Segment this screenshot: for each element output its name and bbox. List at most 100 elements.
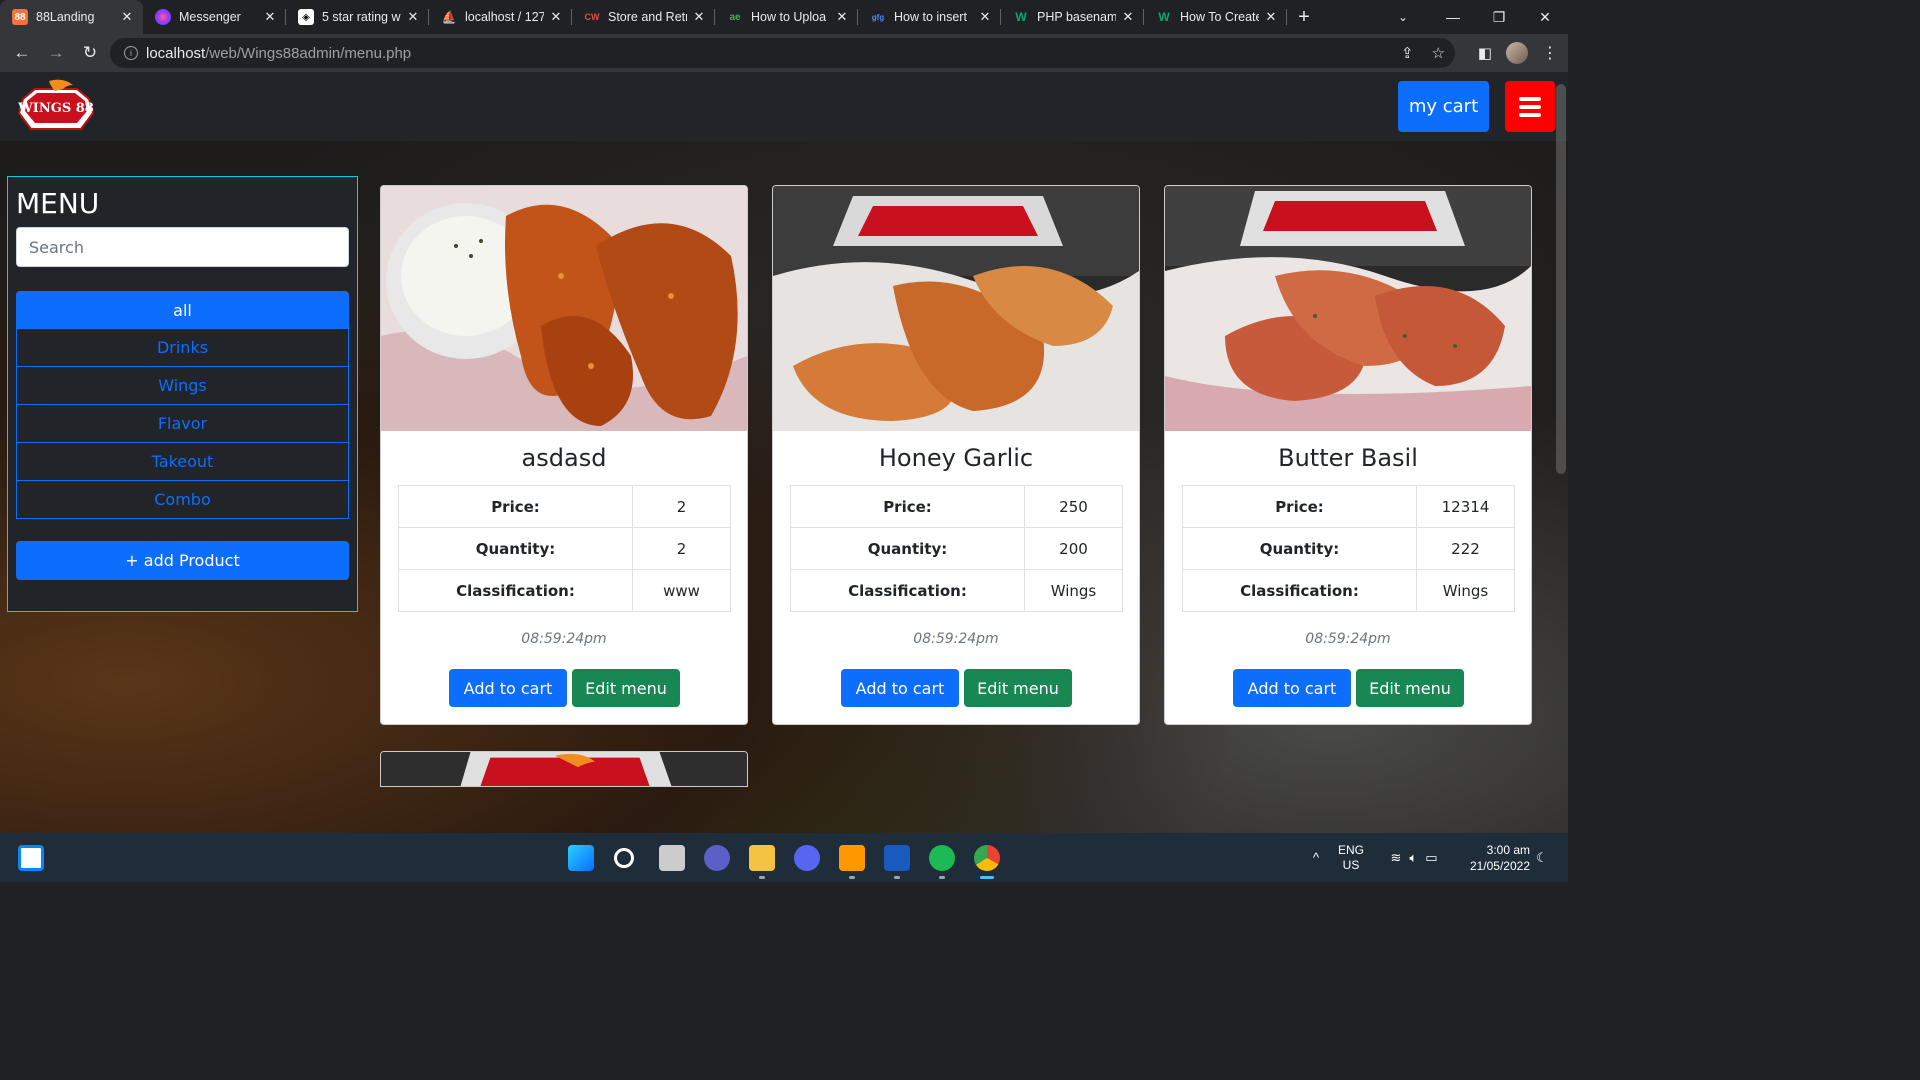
back-icon[interactable]: ← bbox=[6, 37, 38, 69]
language-indicator[interactable]: ENG US bbox=[1334, 833, 1368, 882]
product-image bbox=[381, 186, 747, 431]
product-name: Honey Garlic bbox=[878, 444, 1034, 472]
browser-tab[interactable]: ⛵ localhost / 127 ✕ bbox=[429, 0, 572, 34]
tray-overflow-icon[interactable]: ^ bbox=[1306, 833, 1326, 882]
address-bar[interactable]: i localhost/web/Wings88admin/menu.php ⇪ … bbox=[110, 38, 1455, 68]
bookmark-star-icon[interactable]: ☆ bbox=[1432, 44, 1445, 62]
site-info-icon[interactable]: i bbox=[124, 46, 138, 60]
widgets-icon[interactable] bbox=[18, 845, 44, 871]
discord-icon[interactable] bbox=[794, 845, 820, 871]
product-timestamp: 08:59:24pm bbox=[521, 631, 607, 647]
minimize-icon[interactable]: — bbox=[1430, 0, 1476, 34]
teams-chat-icon[interactable] bbox=[704, 845, 730, 871]
quantity-label: Quantity: bbox=[398, 527, 633, 570]
phpmyadmin-favicon-icon: ⛵ bbox=[441, 10, 457, 24]
browser-tab[interactable]: ◈ 5 star rating w ✕ bbox=[286, 0, 429, 34]
forward-icon[interactable]: → bbox=[40, 37, 72, 69]
product-timestamp: 08:59:24pm bbox=[913, 631, 999, 647]
close-tab-icon[interactable]: ✕ bbox=[977, 9, 993, 25]
close-tab-icon[interactable]: ✕ bbox=[119, 9, 135, 25]
table-row: Quantity: 222 bbox=[1182, 527, 1515, 570]
close-tab-icon[interactable]: ✕ bbox=[548, 9, 564, 25]
page-scrollbar[interactable] bbox=[1556, 84, 1566, 474]
profile-avatar[interactable] bbox=[1506, 42, 1528, 64]
my-cart-button[interactable]: my cart bbox=[1398, 81, 1489, 132]
category-combo[interactable]: Combo bbox=[16, 481, 349, 519]
task-view-icon[interactable] bbox=[659, 845, 685, 871]
share-icon[interactable]: ⇪ bbox=[1401, 44, 1414, 62]
notifications-icon[interactable]: ☾ bbox=[1532, 833, 1552, 882]
quantity-value: 200 bbox=[1024, 527, 1123, 570]
browser-tab[interactable]: W How To Create ✕ bbox=[1144, 0, 1287, 34]
classification-label: Classification: bbox=[398, 569, 633, 612]
file-explorer-icon[interactable] bbox=[749, 845, 775, 871]
start-icon[interactable] bbox=[568, 845, 594, 871]
clock[interactable]: 3:00 am 21/05/2022 bbox=[1456, 833, 1530, 882]
price-value: 2 bbox=[632, 485, 731, 528]
browser-tab[interactable]: Messenger ✕ bbox=[143, 0, 286, 34]
browser-menu-icon[interactable]: ⋮ bbox=[1542, 43, 1558, 63]
browser-tab[interactable]: CW Store and Retr ✕ bbox=[572, 0, 715, 34]
windows-taskbar: ^ ENG US ≋ 🔈︎ ▭ 3:00 am 21/05/2022 ☾ bbox=[0, 833, 1568, 882]
wings88-logo[interactable]: WINGS 88 bbox=[15, 77, 97, 137]
sublime-text-icon[interactable] bbox=[839, 845, 865, 871]
tab-title: How To Create bbox=[1180, 10, 1259, 24]
running-indicator bbox=[939, 876, 945, 879]
spotify-icon[interactable] bbox=[929, 845, 955, 871]
table-row: Classification: www bbox=[398, 569, 731, 612]
product-image bbox=[1165, 186, 1531, 431]
close-tab-icon[interactable]: ✕ bbox=[834, 9, 850, 25]
edit-menu-button[interactable]: Edit menu bbox=[964, 669, 1072, 707]
close-window-icon[interactable]: ✕ bbox=[1522, 0, 1568, 34]
chrome-icon[interactable] bbox=[974, 845, 1000, 871]
add-product-button[interactable]: + add Product bbox=[16, 541, 349, 580]
category-takeout[interactable]: Takeout bbox=[16, 443, 349, 481]
category-wings[interactable]: Wings bbox=[16, 367, 349, 405]
table-row: Classification: Wings bbox=[790, 569, 1123, 612]
search-icon[interactable] bbox=[614, 848, 634, 868]
search-input[interactable] bbox=[16, 227, 349, 267]
web-page: WINGS 88 my cart MENU all Drinks Wings F… bbox=[0, 72, 1568, 833]
category-drinks[interactable]: Drinks bbox=[16, 329, 349, 367]
tab-title: Store and Retr bbox=[608, 10, 687, 24]
hamburger-menu-icon[interactable] bbox=[1505, 81, 1555, 132]
price-label: Price: bbox=[398, 485, 633, 528]
w3schools-favicon-icon: W bbox=[1158, 10, 1170, 24]
close-tab-icon[interactable]: ✕ bbox=[691, 9, 707, 25]
tab-search-icon[interactable]: ⌄ bbox=[1388, 0, 1418, 34]
add-to-cart-button[interactable]: Add to cart bbox=[1233, 669, 1351, 707]
close-tab-icon[interactable]: ✕ bbox=[1263, 9, 1279, 25]
product-card: asdasd Price: 2 Quantity: 2 Classification… bbox=[380, 185, 748, 725]
side-panel-icon[interactable]: ◧ bbox=[1478, 44, 1492, 62]
table-row: Quantity: 200 bbox=[790, 527, 1123, 570]
price-value: 250 bbox=[1024, 485, 1123, 528]
restore-icon[interactable]: ❐ bbox=[1476, 0, 1522, 34]
add-to-cart-button[interactable]: Add to cart bbox=[449, 669, 567, 707]
edit-menu-button[interactable]: Edit menu bbox=[572, 669, 680, 707]
table-row: Price: 2 bbox=[398, 485, 731, 528]
reload-icon[interactable]: ↻ bbox=[74, 37, 106, 69]
product-card-partial bbox=[380, 751, 748, 787]
close-tab-icon[interactable]: ✕ bbox=[262, 9, 278, 25]
category-all[interactable]: all bbox=[16, 291, 349, 329]
category-flavor[interactable]: Flavor bbox=[16, 405, 349, 443]
edit-menu-button[interactable]: Edit menu bbox=[1356, 669, 1464, 707]
quantity-value: 2 bbox=[632, 527, 731, 570]
menu-sidebar: MENU all Drinks Wings Flavor Takeout Com… bbox=[7, 176, 358, 612]
classification-label: Classification: bbox=[1182, 569, 1417, 612]
close-tab-icon[interactable]: ✕ bbox=[405, 9, 421, 25]
table-row: Price: 12314 bbox=[1182, 485, 1515, 528]
browser-tab[interactable]: gfg How to insert ✕ bbox=[858, 0, 1001, 34]
network-sound-battery[interactable]: ≋ 🔈︎ ▭ bbox=[1378, 833, 1450, 882]
word-icon[interactable] bbox=[884, 845, 910, 871]
tab-title: Messenger bbox=[179, 10, 241, 24]
browser-tab[interactable]: ae How to Uploa ✕ bbox=[715, 0, 858, 34]
browser-tab[interactable]: W PHP basenam ✕ bbox=[1001, 0, 1144, 34]
clock-time: 3:00 am bbox=[1486, 842, 1530, 857]
new-tab-icon[interactable]: + bbox=[1287, 0, 1321, 34]
price-value: 12314 bbox=[1416, 485, 1515, 528]
add-to-cart-button[interactable]: Add to cart bbox=[841, 669, 959, 707]
price-label: Price: bbox=[1182, 485, 1417, 528]
browser-tab[interactable]: 88 88Landing ✕ bbox=[0, 0, 143, 34]
close-tab-icon[interactable]: ✕ bbox=[1120, 9, 1136, 25]
